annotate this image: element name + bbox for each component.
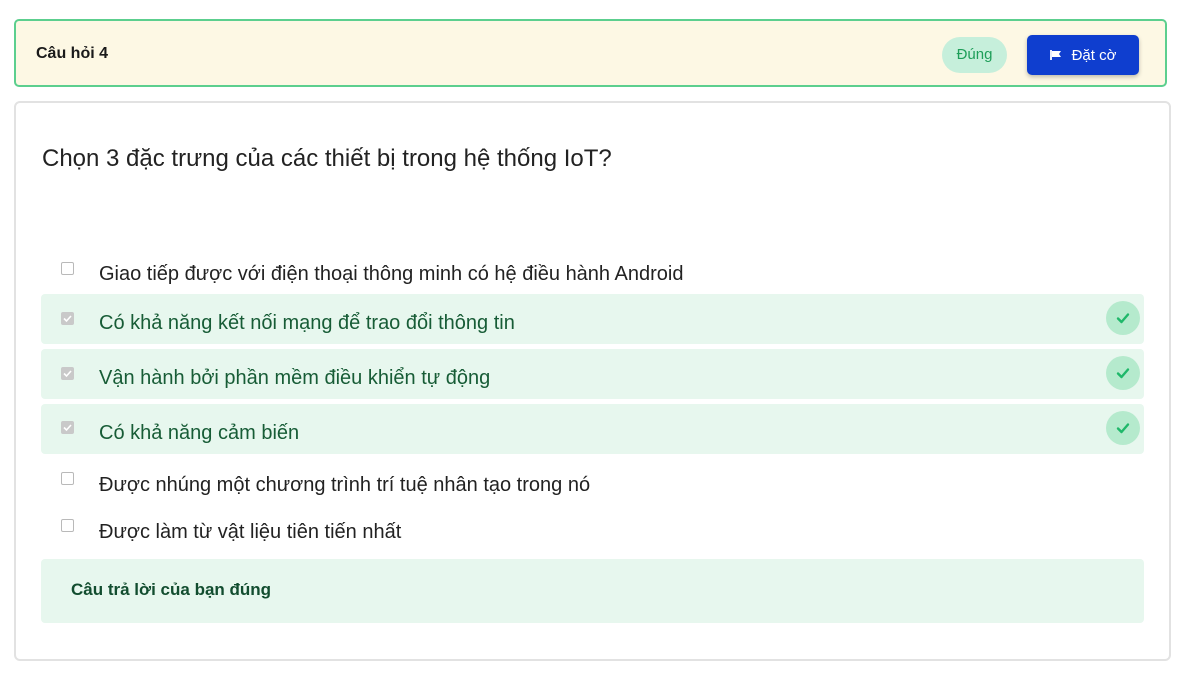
answer-checkbox[interactable] (61, 262, 74, 275)
answer-checkbox[interactable] (61, 312, 74, 325)
check-circle-icon (1106, 356, 1140, 390)
answer-option-5[interactable]: Được nhúng một chương trình trí tuệ nhân… (41, 460, 1144, 510)
answer-option-6[interactable]: Được làm từ vật liệu tiên tiến nhất (41, 507, 1144, 557)
answer-label: Được làm từ vật liệu tiên tiến nhất (99, 521, 402, 543)
flag-icon (1049, 49, 1062, 61)
flag-question-button[interactable]: Đặt cờ (1027, 35, 1139, 75)
feedback-text: Câu trả lời của bạn đúng (71, 580, 272, 599)
answer-label: Được nhúng một chương trình trí tuệ nhân… (99, 474, 591, 496)
answer-label: Có khả năng kết nối mạng để trao đổi thô… (99, 312, 515, 334)
question-header: Câu hỏi 4 Đúng Đặt cờ (14, 19, 1167, 87)
answer-option-3[interactable]: Vận hành bởi phần mềm điều khiển tự động (41, 349, 1144, 399)
answer-label: Có khả năng cảm biến (99, 422, 300, 444)
check-circle-icon (1106, 411, 1140, 445)
answer-option-1[interactable]: Giao tiếp được với điện thoại thông minh… (41, 250, 1144, 300)
answer-checkbox[interactable] (61, 472, 74, 485)
answer-option-4[interactable]: Có khả năng cảm biến (41, 404, 1144, 454)
question-number: Câu hỏi 4 (36, 45, 109, 62)
feedback-box: Câu trả lời của bạn đúng (41, 559, 1144, 623)
flag-button-label: Đặt cờ (1071, 46, 1117, 64)
check-circle-icon (1106, 301, 1140, 335)
answer-label: Vận hành bởi phần mềm điều khiển tự động (99, 367, 491, 389)
answer-label: Giao tiếp được với điện thoại thông minh… (99, 263, 684, 285)
answer-option-2[interactable]: Có khả năng kết nối mạng để trao đổi thô… (41, 294, 1144, 344)
answer-checkbox[interactable] (61, 519, 74, 532)
question-card: Chọn 3 đặc trưng của các thiết bị trong … (14, 101, 1171, 661)
status-badge: Đúng (942, 37, 1007, 73)
answer-checkbox[interactable] (61, 421, 74, 434)
question-text: Chọn 3 đặc trưng của các thiết bị trong … (42, 145, 612, 172)
answer-checkbox[interactable] (61, 367, 74, 380)
